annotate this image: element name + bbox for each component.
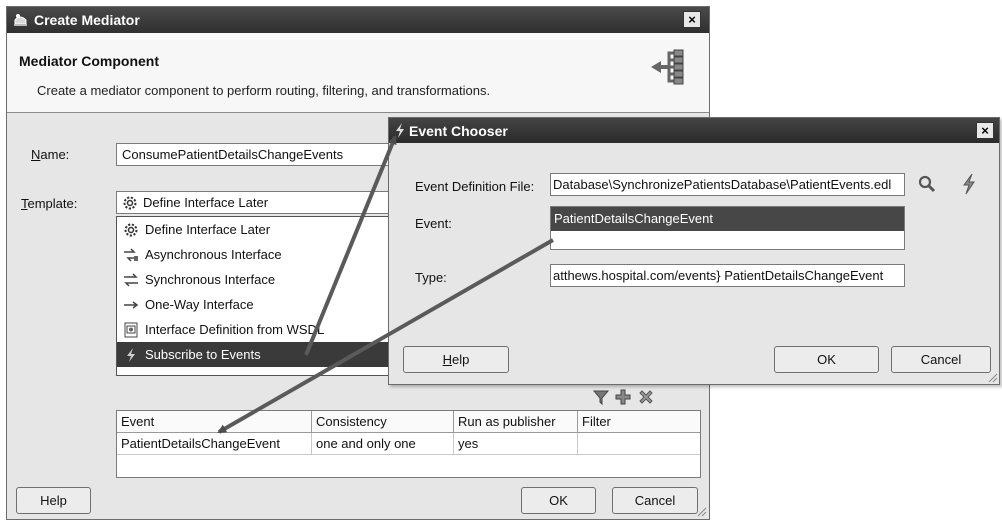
mediator-titlebar[interactable]: Create Mediator × — [7, 7, 709, 33]
resize-grip[interactable] — [986, 371, 998, 383]
mediator-component-icon — [651, 49, 684, 85]
chooser-help-button[interactable]: Help — [403, 346, 509, 373]
template-option-subscribe-events[interactable]: Subscribe to Events — [117, 342, 415, 367]
search-icon[interactable] — [917, 174, 937, 194]
cell-consistency[interactable]: one and only one — [312, 433, 454, 455]
delete-icon[interactable] — [637, 388, 655, 406]
column-header-event[interactable]: Event — [117, 411, 312, 433]
event-list: PatientDetailsChangeEvent — [550, 206, 905, 250]
event-chooser-dialog: Event Chooser × Event Definition File: D… — [388, 117, 1000, 385]
name-input[interactable]: ConsumePatientDetailsChangeEvents — [116, 143, 398, 166]
gear-icon — [123, 196, 137, 210]
template-option-wsdl[interactable]: Interface Definition from WSDL — [117, 317, 415, 342]
gear-icon — [124, 223, 138, 237]
template-option-asynchronous[interactable]: Asynchronous Interface — [117, 242, 415, 267]
chooser-cancel-button[interactable]: Cancel — [891, 346, 991, 373]
lightning-icon — [396, 123, 404, 138]
event-list-item-selected[interactable]: PatientDetailsChangeEvent — [551, 207, 904, 231]
filter-icon[interactable] — [592, 388, 610, 406]
name-label: Name: — [31, 147, 70, 162]
event-label: Event: — [415, 216, 452, 231]
chooser-close-button[interactable]: × — [976, 122, 994, 139]
template-option-label: Define Interface Later — [145, 222, 271, 237]
jdeveloper-icon — [14, 14, 27, 26]
template-option-one-way[interactable]: One-Way Interface — [117, 292, 415, 317]
edl-label: Event Definition File: — [415, 179, 535, 194]
template-option-label: Subscribe to Events — [145, 347, 261, 362]
template-dropdown-list: Define Interface Later Asynchronous Inte… — [116, 216, 416, 376]
chooser-window-title: Event Chooser — [409, 123, 508, 139]
one-way-arrow-icon — [124, 301, 139, 309]
chooser-titlebar[interactable]: Event Chooser × — [389, 118, 999, 143]
template-selected-value: Define Interface Later — [143, 195, 269, 210]
add-icon[interactable] — [614, 388, 632, 406]
template-option-label: One-Way Interface — [145, 297, 254, 312]
template-option-label: Interface Definition from WSDL — [145, 322, 325, 337]
type-label: Type: — [415, 270, 447, 285]
chooser-ok-button[interactable]: OK — [774, 346, 879, 373]
column-header-consistency[interactable]: Consistency — [312, 411, 454, 433]
template-combobox[interactable]: Define Interface Later — [116, 191, 398, 214]
header-description: Create a mediator component to perform r… — [37, 83, 491, 98]
mediator-ok-button[interactable]: OK — [521, 487, 596, 514]
mediator-close-button[interactable]: × — [683, 11, 701, 28]
mediator-header: Mediator Component Create a mediator com… — [7, 33, 709, 113]
cell-run-as-publisher[interactable]: yes — [454, 433, 578, 455]
header-title: Mediator Component — [19, 53, 159, 69]
async-interface-icon — [124, 248, 138, 262]
lightning-icon[interactable] — [959, 173, 979, 195]
events-table: Event Consistency Run as publisher Filte… — [116, 410, 701, 478]
template-option-label: Asynchronous Interface — [145, 247, 282, 262]
column-header-filter[interactable]: Filter — [578, 411, 700, 433]
cell-filter[interactable] — [578, 433, 700, 455]
column-header-run-as-publisher[interactable]: Run as publisher — [454, 411, 578, 433]
resize-grip[interactable] — [695, 505, 707, 517]
mediator-window-title: Create Mediator — [34, 12, 140, 28]
template-option-define-later[interactable]: Define Interface Later — [117, 217, 415, 242]
template-option-synchronous[interactable]: Synchronous Interface — [117, 267, 415, 292]
edl-file-field[interactable]: Database\SynchronizePatientsDatabase\Pat… — [550, 173, 905, 196]
cell-event[interactable]: PatientDetailsChangeEvent — [117, 433, 312, 455]
lightning-icon — [127, 348, 135, 362]
type-field[interactable]: atthews.hospital.com/events} PatientDeta… — [550, 264, 905, 287]
template-option-label: Synchronous Interface — [145, 272, 276, 287]
sync-interface-icon — [124, 273, 138, 287]
mediator-help-button[interactable]: Help — [16, 487, 91, 514]
wsdl-document-icon — [124, 322, 138, 338]
template-label: Template: — [21, 196, 78, 211]
mediator-cancel-button[interactable]: Cancel — [612, 487, 698, 514]
